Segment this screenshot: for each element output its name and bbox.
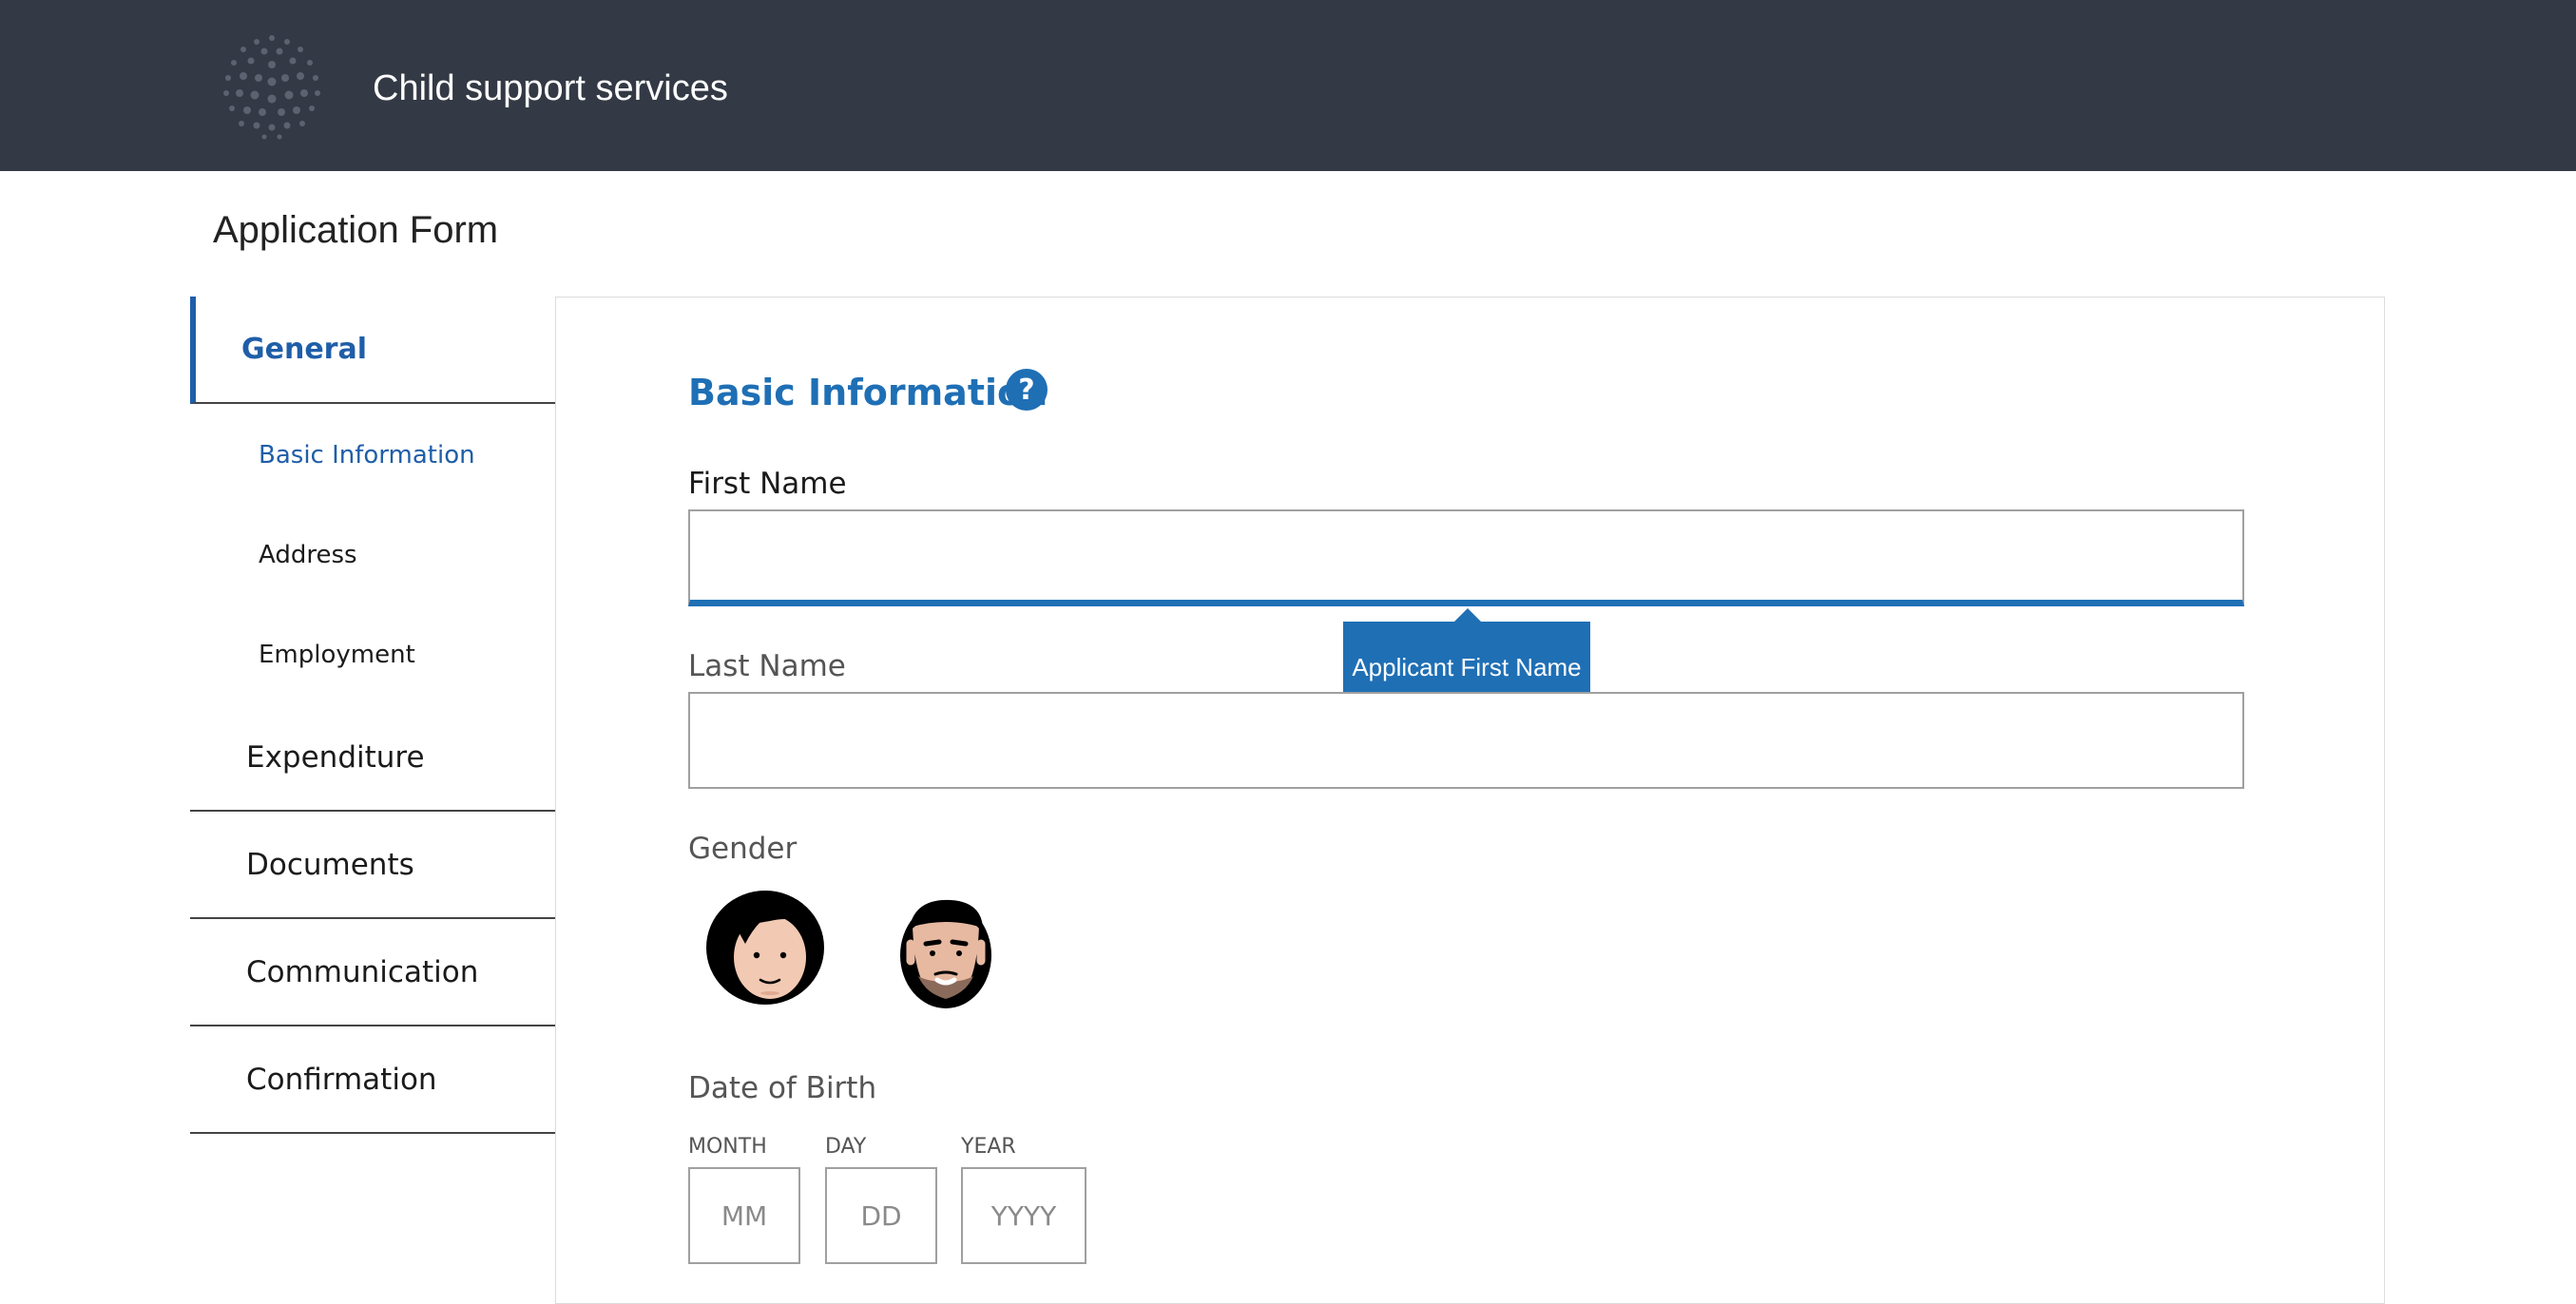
dob-month-input[interactable] bbox=[688, 1167, 800, 1264]
female-avatar-icon[interactable] bbox=[703, 889, 827, 1012]
nav-item-expenditure[interactable]: Expenditure bbox=[190, 704, 556, 812]
nav-subitem-basic-information[interactable]: Basic Information bbox=[190, 405, 556, 505]
dob-day-input[interactable] bbox=[825, 1167, 937, 1264]
dob-year-input[interactable] bbox=[961, 1167, 1086, 1264]
help-icon[interactable]: ? bbox=[1006, 369, 1048, 411]
page-title: Application Form bbox=[213, 209, 499, 251]
nav-item-label: Confirmation bbox=[246, 1062, 437, 1097]
date-of-birth-label: Date of Birth bbox=[688, 1071, 877, 1105]
dob-day-label: DAY bbox=[825, 1135, 867, 1159]
dob-month-label: MONTH bbox=[688, 1135, 767, 1159]
nav-subitem-label: Employment bbox=[259, 640, 415, 669]
nav-subitem-label: Address bbox=[259, 540, 357, 569]
dob-year-label: YEAR bbox=[961, 1135, 1016, 1159]
nav-item-label: Communication bbox=[246, 954, 479, 989]
nav-item-confirmation[interactable]: Confirmation bbox=[190, 1026, 556, 1134]
gender-label: Gender bbox=[688, 832, 798, 866]
nav-subitem-label: Basic Information bbox=[259, 440, 475, 470]
section-title: Basic Information bbox=[688, 372, 1048, 413]
nav-item-documents[interactable]: Documents bbox=[190, 812, 556, 919]
nav-item-communication[interactable]: Communication bbox=[190, 919, 556, 1026]
nav-item-label: Documents bbox=[246, 847, 414, 882]
nav-subitem-address[interactable]: Address bbox=[190, 505, 556, 604]
dotted-globe-logo-icon bbox=[215, 29, 329, 143]
nav-item-label: Expenditure bbox=[246, 739, 425, 775]
tooltip-arrow bbox=[1454, 608, 1481, 622]
last-name-label: Last Name bbox=[688, 649, 846, 683]
nav-subitem-employment[interactable]: Employment bbox=[190, 604, 556, 704]
last-name-input[interactable] bbox=[688, 692, 2244, 789]
nav-item-general[interactable]: General bbox=[190, 297, 556, 404]
first-name-input[interactable] bbox=[688, 509, 2244, 606]
app-title: Child support services bbox=[373, 68, 728, 108]
nav-item-general-label: General bbox=[241, 333, 367, 366]
first-name-label: First Name bbox=[688, 467, 847, 501]
male-avatar-icon[interactable] bbox=[884, 889, 1008, 1012]
